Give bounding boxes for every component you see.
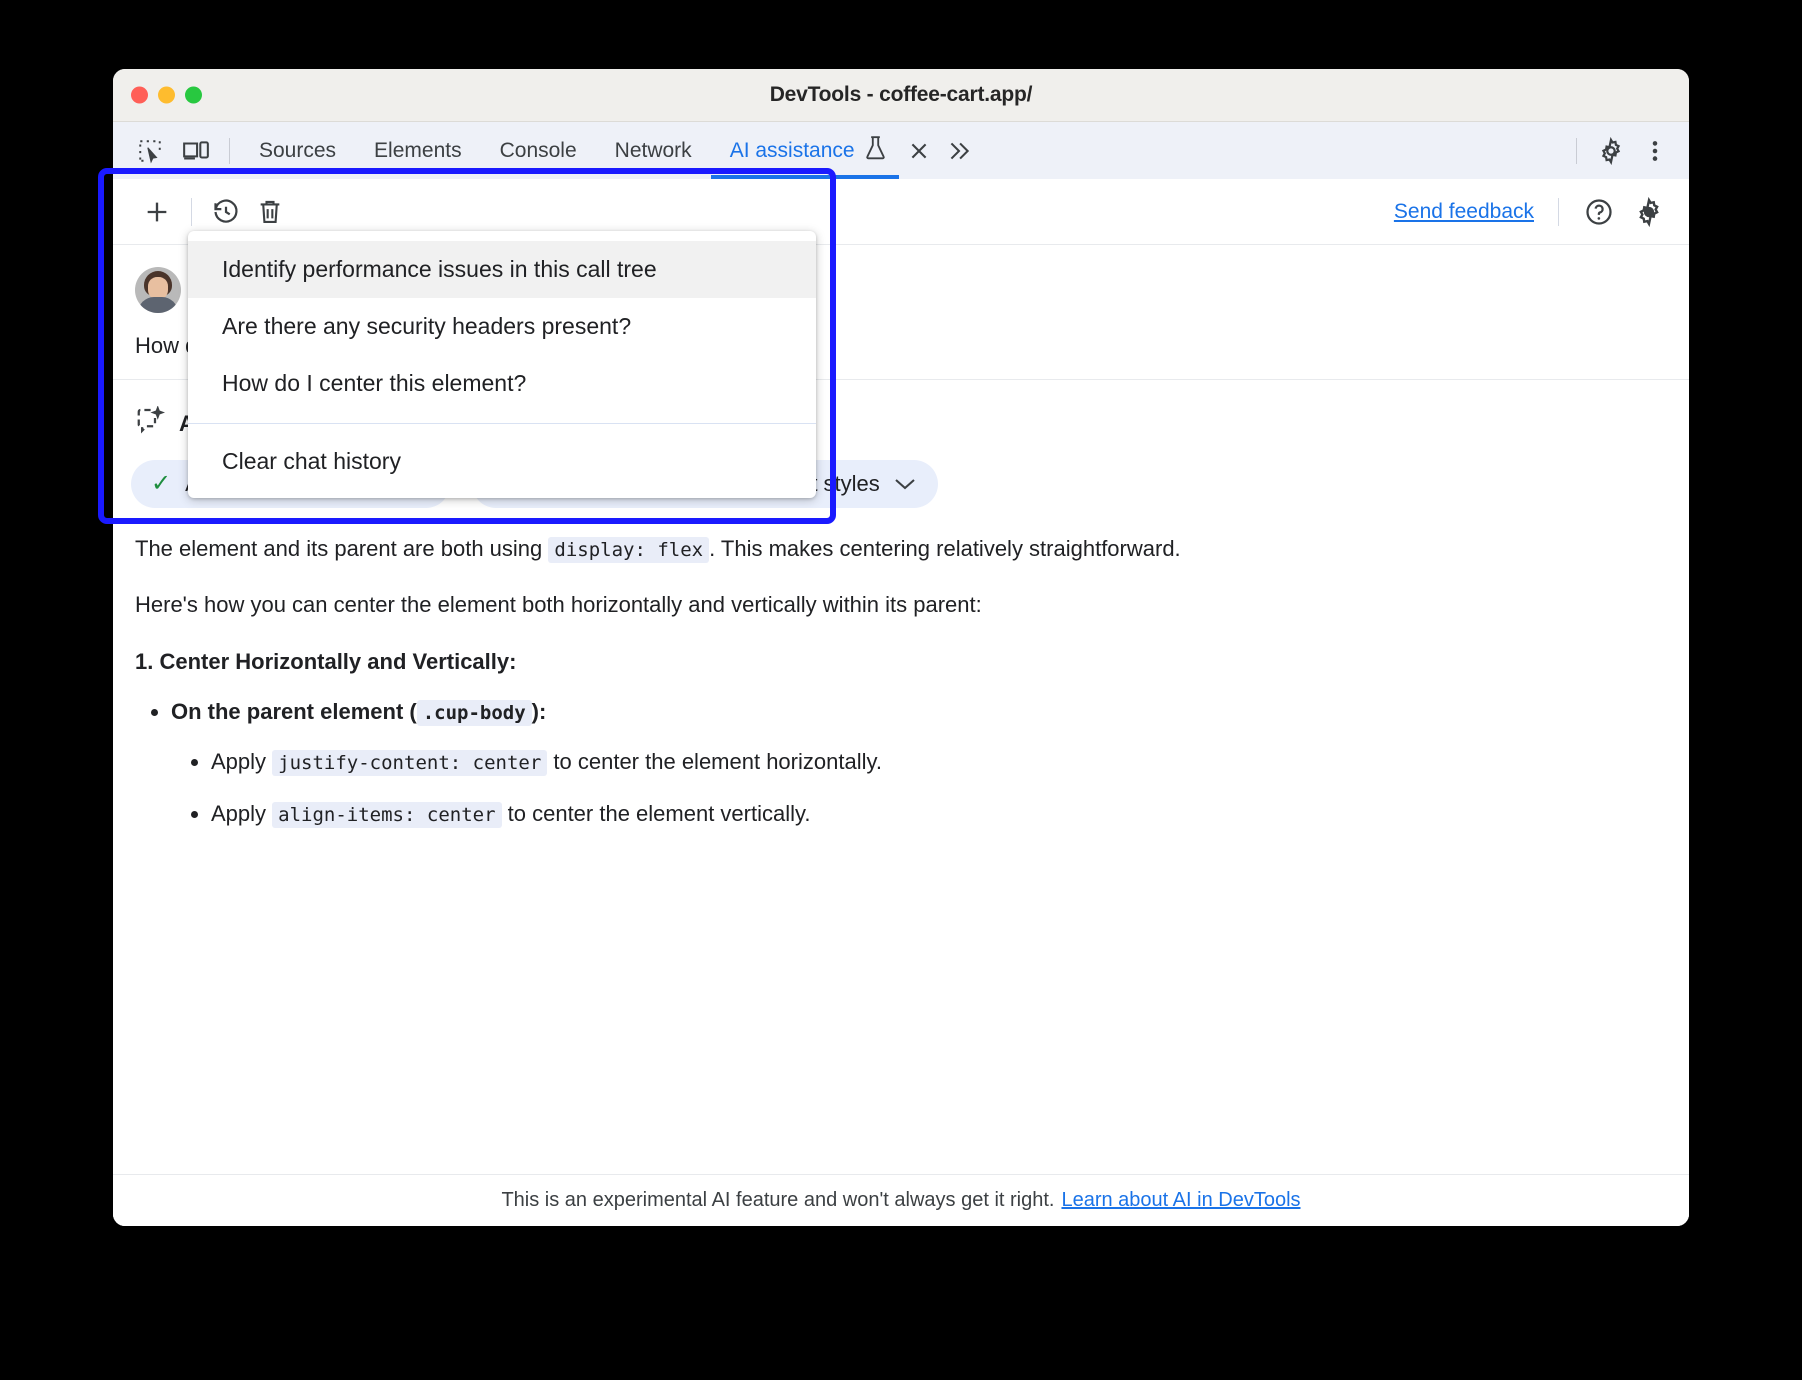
code-justify-content-center: justify-content: center [272,750,547,776]
window-titlebar: DevTools - coffee-cart.app/ [113,69,1689,122]
code-align-items-center: align-items: center [272,802,501,828]
chevron-down-icon[interactable] [894,477,916,491]
history-dropdown-menu: Identify performance issues in this call… [188,231,816,498]
tabbar-divider [229,138,230,164]
gear-icon[interactable] [1591,131,1631,171]
tab-console[interactable]: Console [481,122,596,179]
sub-bullet-0-after: to center the element horizontally. [553,749,882,774]
more-vertical-icon[interactable] [1635,131,1675,171]
answer-bullet-list: On the parent element (.cup-body): Apply… [171,699,1689,827]
tabbar-right-actions [1566,131,1689,171]
toolbar-divider [191,198,192,226]
learn-about-ai-link[interactable]: Learn about AI in DevTools [1061,1189,1300,1212]
sub-bullet-align-items: Apply align-items: center to center the … [211,801,1689,827]
sub-bullet-1-after: to center the element vertically. [508,801,811,826]
bullet-1-before: On the parent element ( [171,699,417,724]
close-ai-assistance-icon[interactable] [899,131,939,171]
tab-elements[interactable]: Elements [355,122,481,179]
chevron-double-right-icon[interactable] [939,131,979,171]
minimize-window-button[interactable] [158,87,175,104]
code-cup-body: .cup-body [417,700,532,726]
maximize-window-button[interactable] [185,87,202,104]
sub-bullet-justify-content: Apply justify-content: center to center … [211,749,1689,775]
window-traffic-lights [131,87,202,104]
bullet-parent-element: On the parent element (.cup-body): Apply… [171,699,1689,827]
menu-item-security-headers[interactable]: Are there any security headers present? [188,298,816,355]
toolbar-right-divider [1558,198,1559,226]
close-window-button[interactable] [131,87,148,104]
devtools-tabbar: Sources Elements Console Network AI assi… [113,122,1689,179]
paragraph-1-before: The element and its parent are both usin… [135,536,542,561]
answer-step-title: 1. Center Horizontally and Vertically: [113,649,1689,675]
sub-bullet-0-before: Apply [211,749,266,774]
panel-footer: This is an experimental AI feature and w… [113,1174,1689,1226]
screenshot-stage: DevTools - coffee-cart.app/ Sources Elem… [0,0,1802,1380]
help-circle-icon[interactable] [1577,190,1621,234]
answer-sub-bullet-list: Apply justify-content: center to center … [211,749,1689,827]
answer-paragraph-1: The element and its parent are both usin… [113,534,1689,564]
bullet-1-after: ): [532,699,547,724]
flask-icon [864,135,887,167]
user-avatar [135,267,181,313]
paragraph-1-after: . This makes centering relatively straig… [709,536,1181,561]
inspect-element-icon[interactable] [127,131,173,171]
menu-item-center-element[interactable]: How do I center this element? [188,355,816,412]
ai-sparkle-icon [135,406,165,441]
menu-item-identify-performance[interactable]: Identify performance issues in this call… [188,241,816,298]
ai-toolbar-right: Send feedback [1394,190,1671,234]
code-display-flex: display: flex [548,537,709,563]
history-icon[interactable] [204,190,248,234]
tab-sources[interactable]: Sources [240,122,355,179]
plus-icon[interactable] [135,190,179,234]
trash-icon[interactable] [248,190,292,234]
answer-paragraph-2: Here's how you can center the element bo… [113,590,1689,620]
tabbar-right-divider [1576,138,1577,164]
tab-network[interactable]: Network [596,122,711,179]
check-icon: ✓ [151,472,171,496]
send-feedback-link[interactable]: Send feedback [1394,200,1540,224]
footer-disclaimer: This is an experimental AI feature and w… [501,1189,1054,1212]
gear-icon[interactable] [1627,190,1671,234]
device-toolbar-icon[interactable] [173,131,219,171]
tab-ai-assistance[interactable]: AI assistance [711,122,899,179]
tab-ai-assistance-label: AI assistance [730,139,855,163]
window-title: DevTools - coffee-cart.app/ [113,83,1689,107]
sub-bullet-1-before: Apply [211,801,266,826]
menu-item-clear-chat-history[interactable]: Clear chat history [188,433,816,490]
